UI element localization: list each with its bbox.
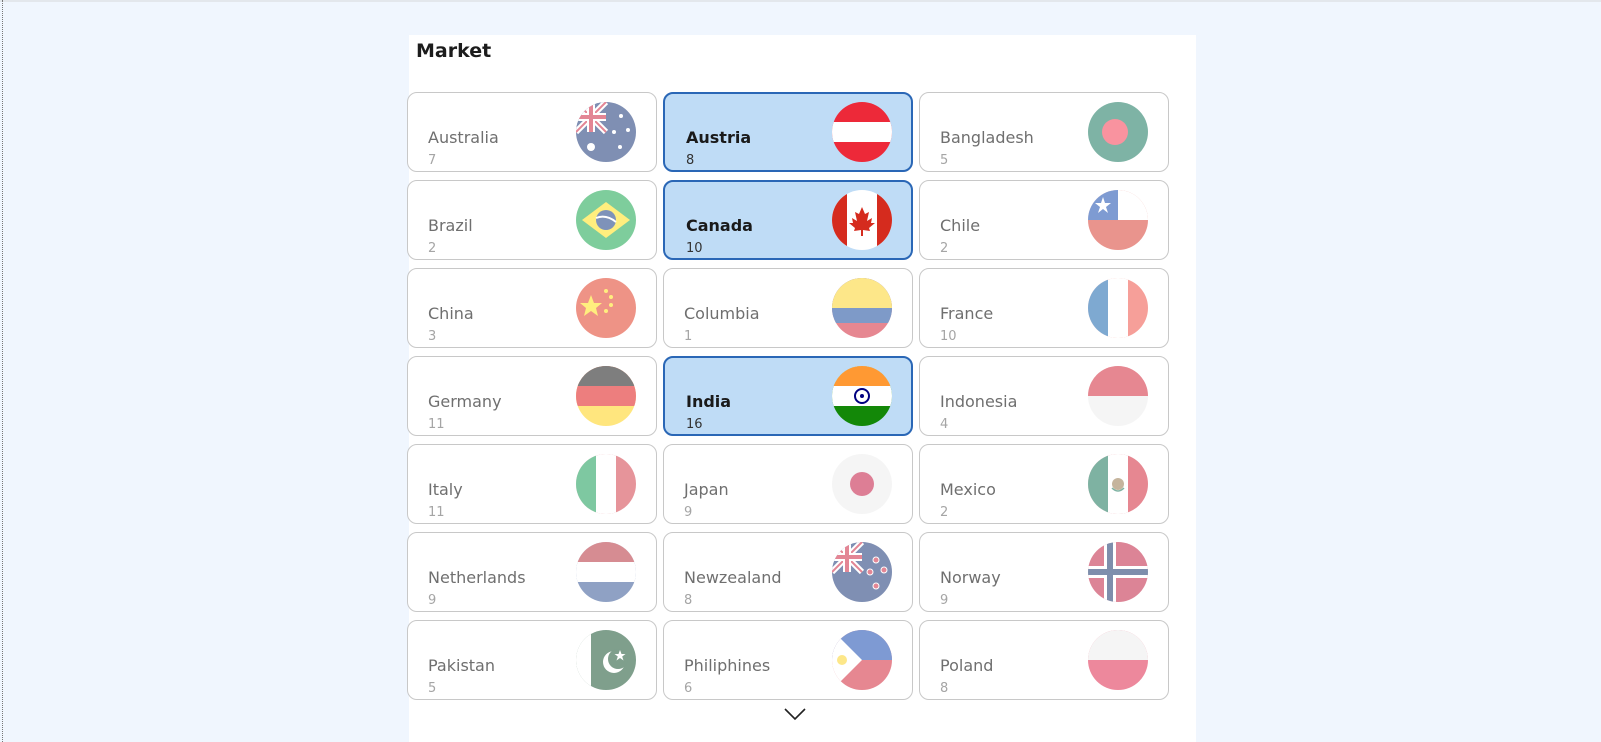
market-count: 1 xyxy=(684,329,693,344)
market-name: Japan xyxy=(684,480,729,499)
china-flag-icon xyxy=(576,278,636,338)
market-card-chile[interactable]: Chile 2 xyxy=(919,180,1169,260)
market-name: Poland xyxy=(940,656,994,675)
left-dotted-edge xyxy=(2,0,3,742)
market-count: 9 xyxy=(428,593,437,608)
market-card-italy[interactable]: Italy 11 xyxy=(407,444,657,524)
canada-flag-icon xyxy=(832,190,892,250)
market-card-canada[interactable]: Canada 10 xyxy=(663,180,913,260)
market-name: Austria xyxy=(686,128,752,147)
market-name: Germany xyxy=(428,392,502,411)
market-name: Indonesia xyxy=(940,392,1018,411)
market-name: Netherlands xyxy=(428,568,526,587)
market-count: 2 xyxy=(428,241,437,256)
market-card-poland[interactable]: Poland 8 xyxy=(919,620,1169,700)
market-card-bangladesh[interactable]: Bangladesh 5 xyxy=(919,92,1169,172)
market-name: Newzealand xyxy=(684,568,782,587)
market-count: 5 xyxy=(940,153,949,168)
market-card-france[interactable]: France 10 xyxy=(919,268,1169,348)
chile-flag-icon xyxy=(1088,190,1148,250)
newzealand-flag-icon xyxy=(832,542,892,602)
market-card-mexico[interactable]: Mexico 2 xyxy=(919,444,1169,524)
market-name: Chile xyxy=(940,216,981,235)
norway-flag-icon xyxy=(1088,542,1148,602)
market-count: 8 xyxy=(684,593,693,608)
market-card-brazil[interactable]: Brazil 2 xyxy=(407,180,657,260)
market-name: Pakistan xyxy=(428,656,495,675)
market-name: Bangladesh xyxy=(940,128,1034,147)
bangladesh-flag-icon xyxy=(1088,102,1148,162)
top-border xyxy=(0,0,1601,2)
market-count: 4 xyxy=(940,417,949,432)
market-name: Australia xyxy=(428,128,499,147)
market-card-pakistan[interactable]: Pakistan 5 xyxy=(407,620,657,700)
market-count: 3 xyxy=(428,329,437,344)
brazil-flag-icon xyxy=(576,190,636,250)
market-count: 8 xyxy=(940,681,949,696)
australia-flag-icon xyxy=(576,102,636,162)
market-card-netherlands[interactable]: Netherlands 9 xyxy=(407,532,657,612)
market-name: China xyxy=(428,304,474,323)
market-count: 11 xyxy=(428,505,445,520)
market-count: 6 xyxy=(684,681,693,696)
market-card-germany[interactable]: Germany 11 xyxy=(407,356,657,436)
market-count: 9 xyxy=(940,593,949,608)
italy-flag-icon xyxy=(576,454,636,514)
market-count: 16 xyxy=(686,417,703,432)
market-name: Canada xyxy=(686,216,753,235)
market-count: 7 xyxy=(428,153,437,168)
market-count: 9 xyxy=(684,505,693,520)
market-name: Brazil xyxy=(428,216,473,235)
market-card-austria[interactable]: Austria 8 xyxy=(663,92,913,172)
market-card-japan[interactable]: Japan 9 xyxy=(663,444,913,524)
india-flag-icon xyxy=(832,366,892,426)
germany-flag-icon xyxy=(576,366,636,426)
market-card-indonesia[interactable]: Indonesia 4 xyxy=(919,356,1169,436)
market-count: 10 xyxy=(940,329,957,344)
panel-title: Market xyxy=(416,40,492,62)
market-count: 2 xyxy=(940,505,949,520)
market-name: Italy xyxy=(428,480,463,499)
pakistan-flag-icon xyxy=(576,630,636,690)
market-card-australia[interactable]: Australia 7 xyxy=(407,92,657,172)
market-card-india[interactable]: India 16 xyxy=(663,356,913,436)
mexico-flag-icon xyxy=(1088,454,1148,514)
austria-flag-icon xyxy=(832,102,892,162)
market-count: 2 xyxy=(940,241,949,256)
market-count: 8 xyxy=(686,153,695,168)
market-count: 5 xyxy=(428,681,437,696)
market-card-china[interactable]: China 3 xyxy=(407,268,657,348)
market-count: 11 xyxy=(428,417,445,432)
netherlands-flag-icon xyxy=(576,542,636,602)
japan-flag-icon xyxy=(832,454,892,514)
france-flag-icon xyxy=(1088,278,1148,338)
poland-flag-icon xyxy=(1088,630,1148,690)
market-card-philiphines[interactable]: Philiphines 6 xyxy=(663,620,913,700)
columbia-flag-icon xyxy=(832,278,892,338)
market-name: France xyxy=(940,304,994,323)
market-slicer-panel: Market Australia 7 Austria 8 Bangladesh 5 Braz… xyxy=(407,35,1196,742)
market-count: 10 xyxy=(686,241,703,256)
market-card-newzealand[interactable]: Newzealand 8 xyxy=(663,532,913,612)
market-card-norway[interactable]: Norway 9 xyxy=(919,532,1169,612)
market-name: Columbia xyxy=(684,304,760,323)
market-name: Norway xyxy=(940,568,1001,587)
market-card-columbia[interactable]: Columbia 1 xyxy=(663,268,913,348)
market-name: India xyxy=(686,392,732,411)
indonesia-flag-icon xyxy=(1088,366,1148,426)
philiphines-flag-icon xyxy=(832,630,892,690)
market-name: Mexico xyxy=(940,480,996,499)
market-name: Philiphines xyxy=(684,656,771,675)
chevron-down-icon[interactable] xyxy=(783,706,807,721)
